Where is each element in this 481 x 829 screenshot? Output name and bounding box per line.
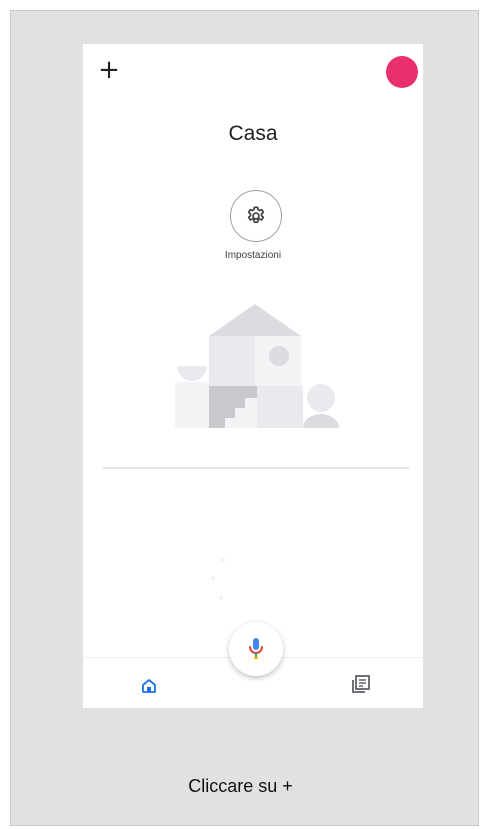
settings-label: Impostazioni bbox=[224, 250, 282, 261]
add-button[interactable]: + bbox=[95, 56, 123, 84]
assistant-mic-button[interactable] bbox=[229, 622, 283, 676]
instruction-caption: Cliccare su + bbox=[188, 776, 293, 796]
page-title: Casa bbox=[228, 122, 278, 145]
nav-home-tab[interactable] bbox=[141, 678, 157, 699]
home-icon bbox=[142, 679, 156, 693]
nav-feed-tab[interactable] bbox=[351, 674, 371, 699]
loading-spinner bbox=[211, 558, 225, 600]
phone-screen: + Casa Impostazioni bbox=[83, 44, 423, 708]
empty-home-illustration bbox=[175, 304, 339, 428]
feed-icon bbox=[352, 675, 370, 693]
gear-icon bbox=[247, 206, 265, 224]
divider bbox=[103, 467, 409, 469]
account-avatar[interactable] bbox=[386, 56, 418, 88]
settings-button[interactable] bbox=[230, 190, 282, 242]
microphone-icon bbox=[249, 638, 263, 659]
